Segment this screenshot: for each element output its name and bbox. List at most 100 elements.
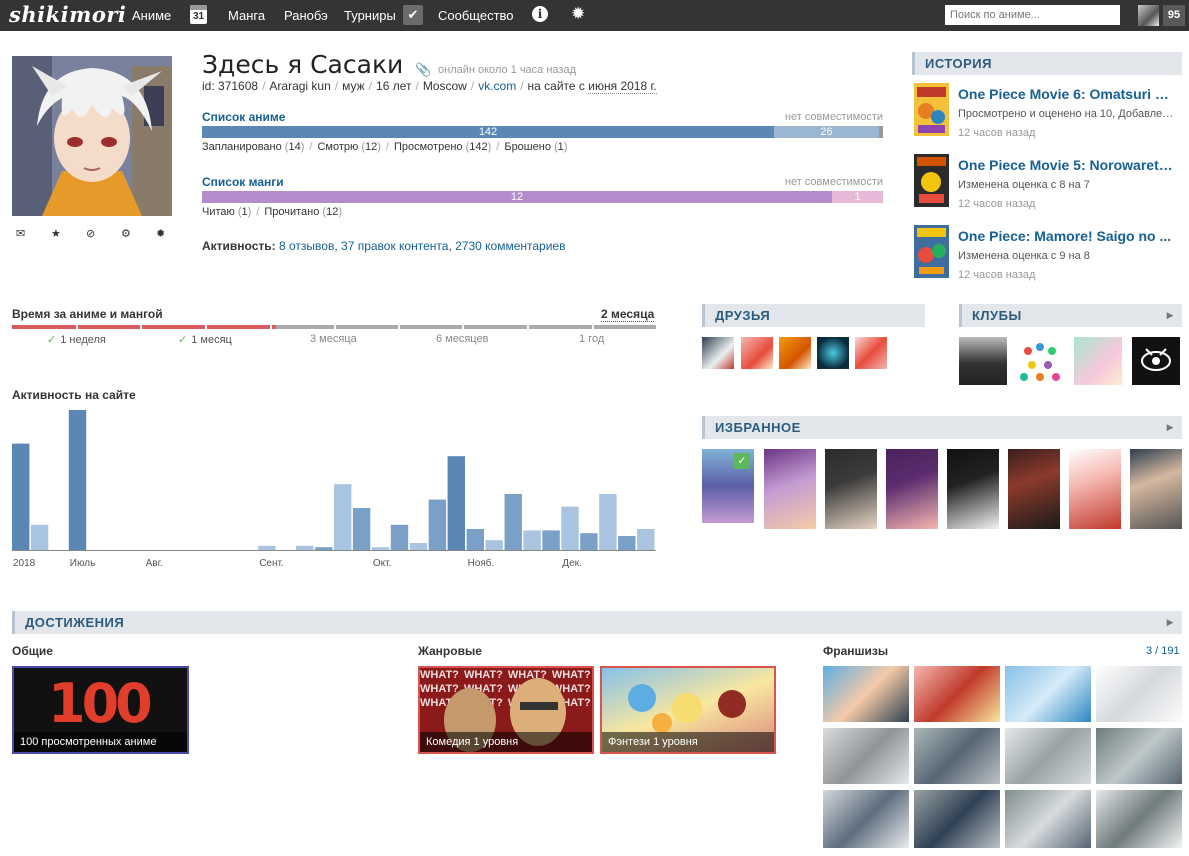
friend-avatar[interactable] — [741, 337, 773, 369]
franchise-tile[interactable] — [1096, 666, 1182, 722]
favorite-item[interactable]: ✓ — [702, 449, 754, 523]
history-item[interactable]: One Piece: Mamore! Saigo no ... Изменена… — [914, 225, 1184, 281]
gears-icon[interactable]: ⚙ — [121, 227, 131, 240]
franchise-count[interactable]: 3 / 191 — [1146, 645, 1180, 657]
list-stat[interactable]: Смотрю (12) — [317, 141, 380, 153]
star-icon[interactable]: ★ — [51, 227, 61, 240]
message-icon[interactable]: ✉ — [16, 227, 25, 240]
activity-chart[interactable]: 2018 Июль Авг. Сент. Окт. Нояб. Дек. — [12, 404, 656, 574]
activity-bar — [466, 529, 484, 550]
franchise-tile[interactable] — [823, 790, 909, 848]
ignore-icon[interactable]: ⊘ — [86, 227, 95, 240]
list-stat[interactable]: Просмотрено (142) — [394, 141, 491, 153]
member-since-date[interactable]: июня 2018 г. — [588, 79, 657, 94]
nav-manga[interactable]: Манга — [228, 8, 265, 23]
franchise-tile[interactable] — [823, 728, 909, 784]
favorite-item[interactable] — [1008, 449, 1060, 529]
time-spent-total[interactable]: 2 месяца — [601, 307, 655, 322]
list-stat[interactable]: Брошено (1) — [504, 141, 567, 153]
profile-avatar — [12, 56, 172, 216]
bar-segment[interactable]: 1 — [832, 191, 883, 203]
nav-anime[interactable]: Аниме — [132, 8, 171, 23]
calendar-icon[interactable]: 31 — [190, 5, 207, 24]
anime-list-bar[interactable]: 142 26 — [202, 126, 883, 138]
chart-x-label: Окт. — [373, 558, 392, 569]
franchise-achievements-title: Франшизы — [823, 644, 889, 658]
friend-avatar[interactable] — [779, 337, 811, 369]
favorite-item[interactable] — [886, 449, 938, 529]
favorite-item[interactable] — [825, 449, 877, 529]
achievement-badge[interactable]: Фэнтези 1 уровня — [600, 666, 776, 754]
favorite-item[interactable] — [1069, 449, 1121, 529]
bar-segment[interactable]: 12 — [202, 191, 832, 203]
manga-list-link[interactable]: Список манги — [202, 175, 284, 189]
friend-avatar[interactable] — [855, 337, 887, 369]
time-mark-week: ✓ 1 неделя — [47, 334, 106, 346]
bar-segment[interactable]: 26 — [774, 126, 879, 138]
nav-community[interactable]: Сообщество — [438, 8, 514, 23]
time-mark-6months: 6 месяцев — [436, 333, 489, 345]
achievements-header[interactable]: ДОСТИЖЕНИЯ ▶ — [12, 611, 1182, 634]
club-avatar[interactable] — [959, 337, 1007, 385]
franchise-tile[interactable] — [823, 666, 909, 722]
activity-summary: Активность: 8 отзывов, 37 правок контент… — [202, 239, 566, 253]
bar-segment[interactable]: 142 — [202, 126, 774, 138]
user-city: Moscow — [422, 79, 467, 93]
notifications-badge[interactable]: 95 — [1163, 5, 1185, 26]
favorite-item[interactable] — [947, 449, 999, 529]
franchise-tile[interactable] — [914, 666, 1000, 722]
manga-list-bar[interactable]: 12 1 — [202, 191, 883, 203]
franchise-tile[interactable] — [1005, 728, 1091, 784]
nav-tournaments[interactable]: Турниры — [344, 8, 396, 23]
activity-label: Активность: — [202, 239, 276, 253]
settings-icon[interactable]: ✹ — [156, 227, 165, 240]
history-item[interactable]: One Piece Movie 5: Norowareta... Изменен… — [914, 154, 1184, 210]
bar-segment[interactable] — [879, 126, 883, 138]
search-input[interactable] — [945, 5, 1120, 25]
user-nickname: Araragi kun — [269, 79, 331, 93]
content-edits-link[interactable]: 37 правок контента — [341, 239, 448, 253]
list-stat[interactable]: Прочитано (12) — [264, 206, 342, 218]
activity-bar — [542, 530, 560, 550]
settings-gear-icon[interactable]: ✹ — [571, 4, 585, 24]
club-avatar[interactable] — [1016, 337, 1064, 385]
user-age: 16 лет — [376, 79, 412, 93]
site-logo[interactable]: shikimori — [9, 2, 126, 27]
history-header[interactable]: ИСТОРИЯ — [912, 52, 1182, 75]
friend-avatar[interactable] — [817, 337, 849, 369]
list-stat[interactable]: Читаю (1) — [202, 206, 251, 218]
franchise-tile[interactable] — [914, 728, 1000, 784]
friend-avatar[interactable] — [702, 337, 734, 369]
favorites-header[interactable]: ИЗБРАННОЕ ▶ — [702, 416, 1182, 439]
franchise-tile[interactable] — [1096, 790, 1182, 848]
reviews-link[interactable]: 8 отзывов — [279, 239, 334, 253]
anime-list-link[interactable]: Список аниме — [202, 110, 285, 124]
list-stat[interactable]: Запланировано (14) — [202, 141, 304, 153]
club-avatar[interactable] — [1074, 337, 1122, 385]
clubs-header[interactable]: КЛУБЫ ▶ — [959, 304, 1182, 327]
club-avatar[interactable] — [1132, 337, 1180, 385]
activity-bar — [390, 524, 409, 550]
history-item[interactable]: One Piece Movie 6: Omatsuri Dan... Просм… — [914, 83, 1184, 139]
activity-bar — [352, 508, 371, 550]
friends-header[interactable]: ДРУЗЬЯ — [702, 304, 925, 327]
user-website-link[interactable]: vk.com — [478, 79, 516, 93]
activity-bar — [409, 543, 428, 550]
info-icon[interactable]: i — [532, 6, 548, 22]
checkmark-icon[interactable]: ✔ — [403, 5, 423, 25]
franchise-tile[interactable] — [1005, 790, 1091, 848]
profile-meta: id: 371608/Araragi kun / муж/16 лет / Moscow… — [202, 79, 657, 94]
franchise-tile[interactable] — [1096, 728, 1182, 784]
favorite-item[interactable] — [764, 449, 816, 529]
activity-bar — [485, 540, 503, 550]
nav-ranobe[interactable]: Ранобэ — [284, 8, 328, 23]
achievement-badge[interactable]: WHAT? WHAT? WHAT? WHAT? WHAT? WHAT? WHAT… — [418, 666, 594, 754]
chart-title: Активность на сайте — [12, 388, 136, 402]
activity-bar — [334, 484, 352, 550]
favorite-item[interactable] — [1130, 449, 1182, 529]
achievement-badge[interactable]: 100 100 просмотренных аниме — [12, 666, 189, 754]
franchise-tile[interactable] — [1005, 666, 1091, 722]
franchise-tile[interactable] — [914, 790, 1000, 848]
user-avatar[interactable] — [1138, 5, 1159, 26]
comments-link[interactable]: 2730 комментариев — [455, 239, 565, 253]
